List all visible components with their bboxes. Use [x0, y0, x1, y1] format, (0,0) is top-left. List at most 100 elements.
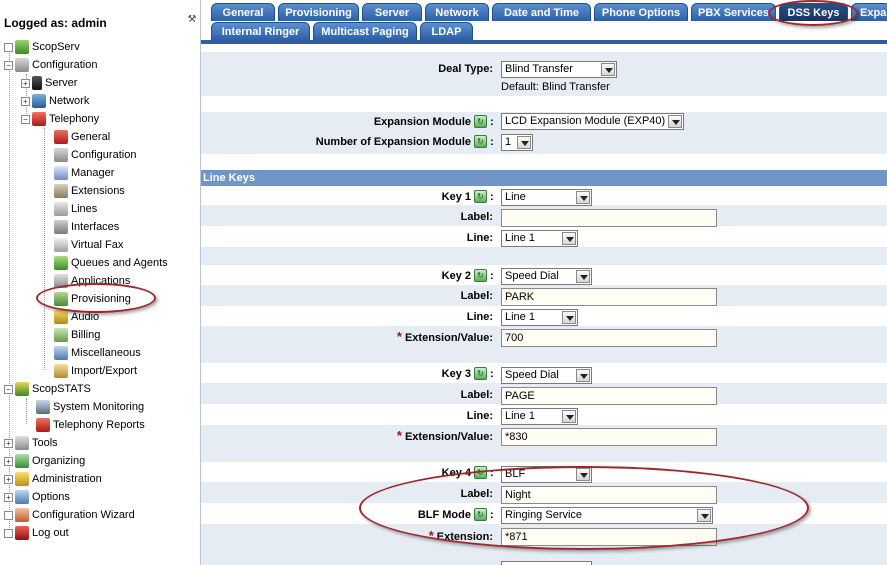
key3-type-select[interactable]: Speed Dial — [501, 367, 592, 384]
tree-item-options[interactable]: + Options — [4, 488, 70, 506]
tree-item-log-out[interactable]: Log out — [4, 524, 69, 542]
deal-type-select[interactable]: Blind Transfer — [501, 61, 617, 78]
refresh-icon[interactable]: ↻ — [474, 466, 487, 479]
collapse-toggle[interactable]: − — [4, 384, 13, 394]
tree-item-label: Network — [49, 95, 90, 108]
key2-extension-value-input[interactable] — [501, 329, 717, 347]
key3-line-select[interactable]: Line 1 — [501, 408, 578, 425]
tree-item-miscellaneous[interactable]: Miscellaneous — [54, 344, 141, 362]
tree-item-general[interactable]: General — [54, 128, 110, 146]
tree-item-telephony[interactable]: − Telephony — [21, 110, 99, 128]
collapse-toggle[interactable]: − — [4, 60, 13, 70]
expand-toggle[interactable]: + — [4, 438, 13, 448]
tree-item-administration[interactable]: + Administration — [4, 470, 102, 488]
refresh-icon[interactable]: ↻ — [474, 269, 487, 282]
expand-toggle[interactable]: + — [4, 456, 13, 466]
tab-date-and-time[interactable]: Date and Time — [492, 3, 591, 21]
key2-label-input[interactable] — [501, 288, 717, 306]
tree-item-scopstats[interactable]: − ScopSTATS — [4, 380, 91, 398]
refresh-icon[interactable]: ↻ — [474, 508, 487, 521]
tree-item-configuration[interactable]: − Configuration — [4, 56, 97, 74]
tree-item-label: Options — [32, 491, 70, 504]
chevron-down-icon[interactable] — [601, 63, 615, 76]
tree-item-virtual-fax[interactable]: Virtual Fax — [54, 236, 123, 254]
collapse-toggle[interactable] — [4, 42, 13, 52]
refresh-icon[interactable]: ↻ — [474, 190, 487, 203]
collapse-toggle[interactable]: − — [21, 114, 30, 124]
key2-type-select[interactable]: Speed Dial — [501, 268, 592, 285]
tree-item-label: Telephony — [49, 113, 100, 126]
tree-item-configuration-wizard[interactable]: Configuration Wizard — [4, 506, 135, 524]
tree-item-queues-agents[interactable]: Queues and Agents — [54, 254, 168, 272]
tree-item-provisioning[interactable]: Provisioning — [54, 290, 131, 308]
tree-item-extensions[interactable]: Extensions — [54, 182, 125, 200]
tree-item-tools[interactable]: + Tools — [4, 434, 58, 452]
tree-item-telephony-reports[interactable]: Telephony Reports — [36, 416, 145, 434]
tree-item-import-export[interactable]: Import/Export — [54, 362, 137, 380]
tree-item-interfaces[interactable]: Interfaces — [54, 218, 119, 236]
key3-title: Key 3 — [441, 368, 471, 380]
tree-item-configuration-sub[interactable]: Configuration — [54, 146, 136, 164]
expand-toggle[interactable]: + — [4, 492, 13, 502]
chevron-down-icon[interactable] — [517, 136, 531, 149]
chevron-down-icon[interactable] — [576, 468, 590, 481]
tab-server[interactable]: Server — [362, 3, 422, 21]
tab-ldap[interactable]: LDAP — [420, 22, 473, 40]
key2-title: Key 2 — [441, 270, 471, 282]
tab-general[interactable]: General — [211, 3, 275, 21]
key1-line-select[interactable]: Line 1 — [501, 230, 578, 247]
chevron-down-icon[interactable] — [562, 311, 576, 324]
tree-item-scopserv[interactable]: ScopServ — [4, 38, 80, 56]
expand-toggle[interactable]: + — [21, 78, 30, 88]
tree-item-manager[interactable]: Manager — [54, 164, 114, 182]
tree-item-system-monitoring[interactable]: System Monitoring — [36, 398, 144, 416]
tab-provisioning[interactable]: Provisioning — [278, 3, 359, 21]
key3-label-input[interactable] — [501, 387, 717, 405]
tab-dss-keys[interactable]: DSS Keys — [779, 3, 848, 21]
key4-label-input[interactable] — [501, 486, 717, 504]
blf-mode-select[interactable]: Ringing Service — [501, 507, 713, 524]
key1-type-select[interactable]: Line — [501, 189, 592, 206]
key4-type-select[interactable]: BLF — [501, 466, 592, 483]
select-value: LCD Expansion Module (EXP40) — [505, 115, 666, 127]
tab-network[interactable]: Network — [425, 3, 489, 21]
pin-icon[interactable]: ⚒ — [186, 14, 198, 26]
chevron-down-icon[interactable] — [576, 369, 590, 382]
tree-item-organizing[interactable]: + Organizing — [4, 452, 85, 470]
chevron-down-icon[interactable] — [697, 509, 711, 522]
refresh-icon[interactable]: ↻ — [474, 115, 487, 128]
tab-multicast-paging[interactable]: Multicast Paging — [313, 22, 417, 40]
key5-type-select-partial[interactable] — [501, 561, 592, 565]
tree-item-audio[interactable]: Audio — [54, 308, 99, 326]
num-expansion-module-select[interactable]: 1 — [501, 134, 533, 151]
chevron-down-icon[interactable] — [576, 191, 590, 204]
key1-label-input[interactable] — [501, 209, 717, 227]
section-header-line-keys: Line Keys — [201, 170, 887, 186]
tab-phone-options[interactable]: Phone Options — [594, 3, 688, 21]
key-icon — [15, 472, 29, 487]
expand-toggle[interactable]: + — [4, 474, 13, 484]
key2-line-select[interactable]: Line 1 — [501, 309, 578, 326]
key4-extension-label: * Extension: — [371, 528, 493, 544]
tree-item-billing[interactable]: Billing — [54, 326, 100, 344]
chevron-down-icon[interactable] — [576, 270, 590, 283]
refresh-icon[interactable]: ↻ — [474, 135, 487, 148]
expand-toggle[interactable]: + — [21, 96, 30, 106]
tree-item-applications[interactable]: Applications — [54, 272, 130, 290]
tree-item-server[interactable]: + Server — [21, 74, 77, 92]
chevron-down-icon[interactable] — [668, 115, 682, 128]
chevron-down-icon[interactable] — [562, 232, 576, 245]
key3-extension-value-input[interactable] — [501, 428, 717, 446]
chevron-down-icon[interactable] — [562, 410, 576, 423]
tab-pbx-services[interactable]: PBX Services — [691, 3, 776, 21]
tree-item-lines[interactable]: Lines — [54, 200, 97, 218]
telephone-icon — [32, 112, 46, 127]
tree-item-network[interactable]: + Network — [21, 92, 89, 110]
tab-expansion[interactable]: Expa — [851, 3, 887, 21]
expansion-module-select[interactable]: LCD Expansion Module (EXP40) — [501, 113, 684, 130]
refresh-icon[interactable]: ↻ — [474, 367, 487, 380]
deal-type-label: Deal Type: — [438, 63, 493, 75]
scopstats-icon — [15, 382, 29, 397]
tab-internal-ringer[interactable]: Internal Ringer — [211, 22, 310, 40]
key4-extension-input[interactable] — [501, 528, 717, 546]
